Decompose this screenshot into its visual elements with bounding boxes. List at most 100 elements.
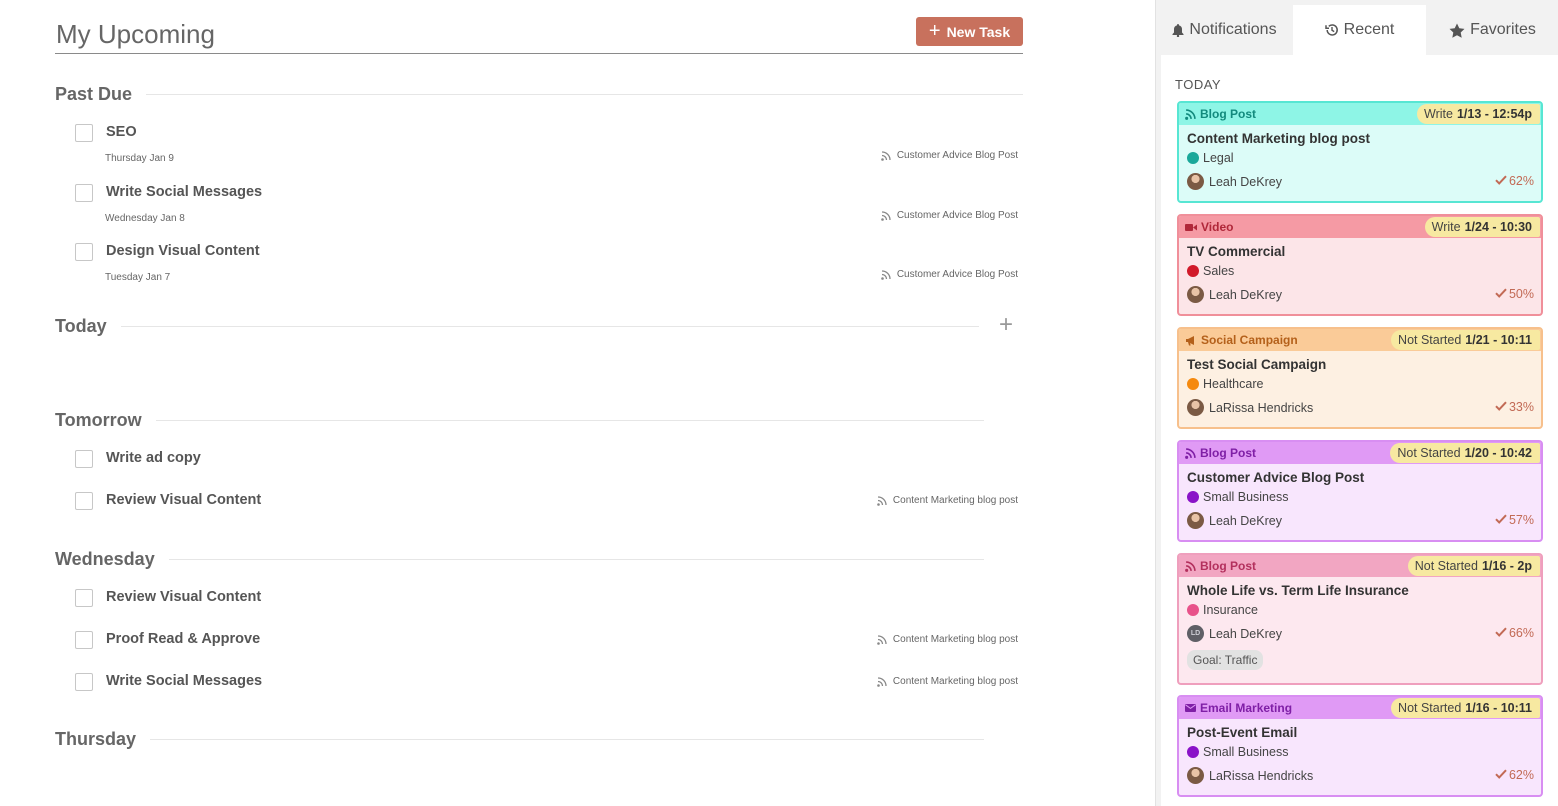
tab-recent[interactable]: Recent <box>1293 5 1426 55</box>
content-type-label: Blog Post <box>1200 559 1256 573</box>
task-parent-link[interactable]: Customer Advice Blog Post <box>881 150 1018 161</box>
divider <box>155 419 984 421</box>
task-parent-label: Customer Advice Blog Post <box>896 269 1018 280</box>
task-checkbox[interactable] <box>75 673 93 691</box>
progress: 62% <box>1495 174 1534 188</box>
add-task-icon[interactable]: + <box>999 313 1013 337</box>
section-wednesday: Wednesday Review Visual Content Proof Re… <box>55 547 1023 691</box>
task-date: Tuesday Jan 7 <box>105 272 171 283</box>
owner: Leah DeKrey <box>1187 286 1533 303</box>
card-title: Customer Advice Blog Post <box>1187 470 1365 485</box>
task-name[interactable]: Proof Read & Approve <box>106 631 260 647</box>
task-name[interactable]: SEO <box>106 124 137 140</box>
section-past-due: Past Due SEO Thursday Jan 9 Customer Adv… <box>55 82 1023 283</box>
card-body: Post-Event Email Small Business LaRissa … <box>1179 719 1541 784</box>
task-checkbox[interactable] <box>75 243 93 261</box>
divider <box>168 558 984 560</box>
task-name[interactable]: Write ad copy <box>106 450 201 466</box>
content-type: Email Marketing <box>1185 701 1292 715</box>
task-checkbox[interactable] <box>75 184 93 202</box>
status-badge: Not Started 1/16 - 2p <box>1407 556 1540 576</box>
recent-card[interactable]: Email Marketing Not Started 1/16 - 10:11… <box>1177 695 1543 797</box>
owner: LaRissa Hendricks <box>1187 767 1533 784</box>
section-title: Wednesday <box>55 548 155 569</box>
section-today: Today + <box>55 313 1015 338</box>
task-checkbox[interactable] <box>75 492 93 510</box>
tab-label: Favorites <box>1470 21 1536 38</box>
rss-icon <box>1185 560 1196 572</box>
recent-card[interactable]: Video Write 1/24 - 10:30 TV Commercial S… <box>1177 214 1543 316</box>
content-type: Blog Post <box>1185 559 1256 573</box>
card-title: TV Commercial <box>1187 244 1286 259</box>
panel-tabs: Notifications Recent Favorites <box>1156 5 1558 55</box>
task-name[interactable]: Design Visual Content <box>106 243 260 259</box>
video-icon <box>1185 223 1197 232</box>
category-label: Healthcare <box>1203 377 1264 391</box>
task-name[interactable]: Review Visual Content <box>106 589 261 605</box>
card-header: Social Campaign Not Started 1/21 - 10:11 <box>1179 329 1541 351</box>
owner-name: Leah DeKrey <box>1209 287 1282 302</box>
task-name[interactable]: Write Social Messages <box>106 184 262 200</box>
task-parent-link[interactable]: Customer Advice Blog Post <box>881 269 1018 280</box>
task-checkbox[interactable] <box>75 631 93 649</box>
task-parent-label: Content Marketing blog post <box>892 634 1018 645</box>
category-dot-icon <box>1187 491 1199 503</box>
status-badge: Not Started 1/20 - 10:42 <box>1390 443 1540 463</box>
category-dot-icon <box>1187 746 1199 758</box>
task-checkbox[interactable] <box>75 124 93 142</box>
owner: LaRissa Hendricks <box>1187 399 1533 416</box>
recent-card[interactable]: Blog Post Not Started 1/20 - 10:42 Custo… <box>1177 440 1543 542</box>
task-name[interactable]: Write Social Messages <box>106 673 262 689</box>
group-label: TODAY <box>1175 77 1222 92</box>
task-parent-link[interactable]: Content Marketing blog post <box>877 495 1018 506</box>
rss-icon <box>877 676 887 687</box>
tab-notifications[interactable]: Notifications <box>1156 5 1293 55</box>
task-date: Wednesday Jan 8 <box>105 213 185 224</box>
task-parent-link[interactable]: Content Marketing blog post <box>877 634 1018 645</box>
content-type-label: Social Campaign <box>1201 333 1298 347</box>
check-icon <box>1495 174 1507 188</box>
card-body: Content Marketing blog post Legal Leah D… <box>1179 125 1541 190</box>
check-icon <box>1495 626 1507 640</box>
due-date: 1/16 - 10:11 <box>1465 701 1532 715</box>
section-title: Thursday <box>55 728 137 749</box>
avatar <box>1187 767 1204 784</box>
status-label: Write <box>1431 220 1461 234</box>
tab-favorites[interactable]: Favorites <box>1426 5 1558 55</box>
task-parent-link[interactable]: Customer Advice Blog Post <box>881 210 1018 221</box>
due-date: 1/21 - 10:11 <box>1465 333 1532 347</box>
recent-card[interactable]: Blog Post Not Started 1/16 - 2p Whole Li… <box>1177 553 1543 685</box>
owner: LD Leah DeKrey <box>1187 625 1533 642</box>
task-name[interactable]: Review Visual Content <box>106 492 261 508</box>
rss-icon <box>881 150 891 161</box>
mail-icon <box>1185 704 1196 712</box>
task-checkbox[interactable] <box>75 589 93 607</box>
check-icon <box>1495 768 1507 782</box>
progress: 33% <box>1495 400 1534 414</box>
progress: 62% <box>1495 768 1534 782</box>
card-title: Content Marketing blog post <box>1187 131 1370 146</box>
task-checkbox[interactable] <box>75 450 93 468</box>
recent-card[interactable]: Social Campaign Not Started 1/21 - 10:11… <box>1177 327 1543 429</box>
new-task-label: New Task <box>946 23 1011 40</box>
megaphone-icon <box>1185 335 1197 346</box>
task-parent-link[interactable]: Content Marketing blog post <box>877 676 1018 687</box>
progress-value: 66% <box>1508 626 1534 640</box>
category-label: Small Business <box>1203 745 1289 759</box>
due-date: 1/20 - 10:42 <box>1464 446 1532 460</box>
task-parent-label: Customer Advice Blog Post <box>896 210 1018 221</box>
section-title: Tomorrow <box>55 409 142 430</box>
progress-value: 62% <box>1508 768 1534 782</box>
new-task-button[interactable]: + New Task <box>916 17 1023 46</box>
owner-name: Leah DeKrey <box>1209 626 1282 641</box>
status-badge: Write 1/24 - 10:30 <box>1424 217 1540 237</box>
recent-card[interactable]: Blog Post Write 1/13 - 12:54p Content Ma… <box>1177 101 1543 203</box>
owner-name: LaRissa Hendricks <box>1209 400 1314 415</box>
status-label: Not Started <box>1398 333 1462 347</box>
check-icon <box>1495 513 1507 527</box>
content-type-label: Video <box>1201 220 1234 234</box>
section-title: Past Due <box>55 83 133 104</box>
avatar <box>1187 286 1204 303</box>
rss-icon <box>881 269 891 280</box>
avatar: LD <box>1187 625 1204 642</box>
